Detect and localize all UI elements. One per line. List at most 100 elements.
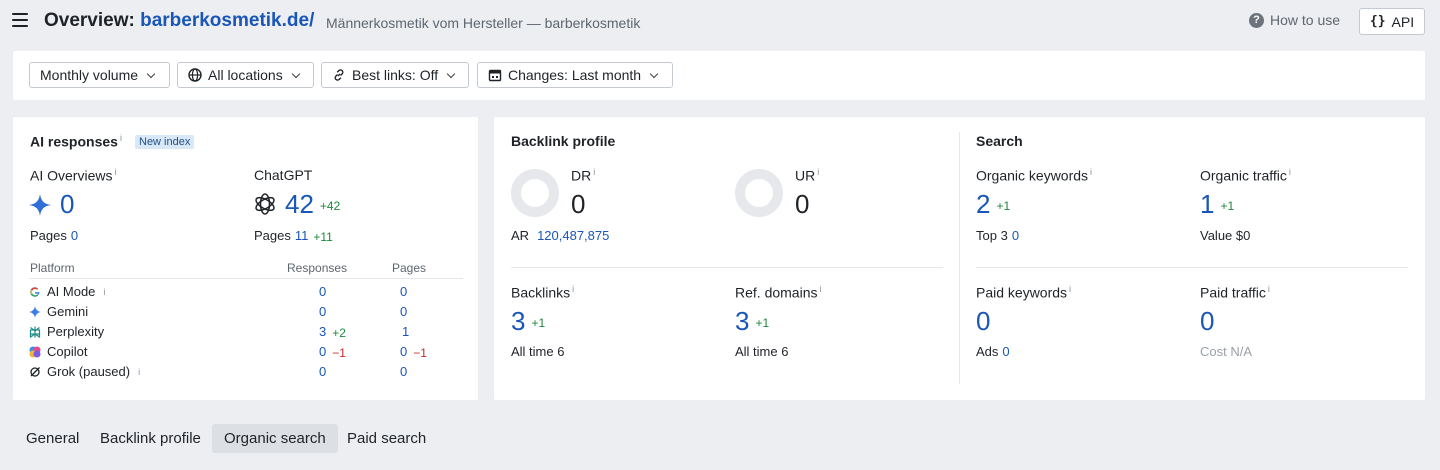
best-links-dropdown[interactable]: Best links: Off <box>321 62 469 88</box>
domain-link[interactable]: barberkosmetik.de/ <box>140 10 314 31</box>
sub-value: $0 <box>1235 228 1251 243</box>
chatgpt-value[interactable]: 42 +42 <box>285 189 340 220</box>
delta-text: +1 <box>531 316 546 331</box>
backlink-profile-title: Backlink profile <box>511 133 616 149</box>
section-divider <box>511 267 943 268</box>
delta-text: +1 <box>996 199 1011 214</box>
organic-traffic-label: Organic traffic i <box>1200 167 1291 184</box>
paid-traffic-value[interactable]: 0 <box>1200 306 1214 337</box>
sub-label: AR <box>511 228 530 243</box>
ar-link[interactable]: 120,487,875 <box>537 228 609 243</box>
globe-icon <box>188 68 202 82</box>
backlinks-all-time: All time 6 <box>511 344 564 359</box>
sub-label: Pages <box>254 228 291 243</box>
pages-cell[interactable]: 0 <box>400 284 413 300</box>
info-icon[interactable]: i <box>114 167 116 177</box>
calendar-icon <box>488 69 502 82</box>
backlinks-value[interactable]: 3 +1 <box>511 306 545 337</box>
monthly-volume-dropdown[interactable]: Monthly volume <box>29 62 170 88</box>
cell-value: 0 <box>319 364 327 379</box>
page-title: Overview: barberkosmetik.de/ <box>44 10 314 32</box>
pages-cell[interactable]: 0 −1 <box>400 344 427 360</box>
paid-keywords-value[interactable]: 0 <box>976 306 990 337</box>
menu-icon[interactable] <box>12 13 28 27</box>
label-text: Organic traffic <box>1200 167 1287 184</box>
info-icon[interactable]: i <box>1268 284 1270 294</box>
google-icon <box>30 286 40 297</box>
help-icon: ? <box>1249 12 1264 28</box>
responses-cell[interactable]: 3 +2 <box>319 324 346 340</box>
label-text: Paid traffic <box>1200 284 1266 301</box>
tab-organic-search[interactable]: Organic search <box>212 424 338 453</box>
delta-text: −1 <box>332 345 346 360</box>
ai-overviews-label: AI Overviews i <box>30 167 116 184</box>
dr-value: 0 <box>571 189 586 219</box>
pages-cell[interactable]: 1 <box>402 324 409 339</box>
info-icon[interactable]: i <box>572 284 574 294</box>
responses-cell[interactable]: 0 −1 <box>319 344 346 360</box>
copilot-icon <box>29 346 41 357</box>
cell-value: 0 <box>319 344 327 359</box>
organic-keywords-value[interactable]: 2 +1 <box>976 189 1010 220</box>
column-divider <box>959 132 960 384</box>
filter-label: All locations <box>208 67 283 83</box>
responses-cell[interactable]: 0 <box>319 304 326 319</box>
locations-dropdown[interactable]: All locations <box>177 62 314 88</box>
info-icon[interactable]: i <box>138 367 140 377</box>
tab-paid-search[interactable]: Paid search <box>335 424 438 453</box>
value-text: 1 <box>1200 189 1215 219</box>
responses-cell[interactable]: 0 <box>319 284 332 300</box>
tab-backlink-profile[interactable]: Backlink profile <box>88 424 213 453</box>
info-icon[interactable]: i <box>1090 167 1092 177</box>
info-icon[interactable]: i <box>819 284 821 294</box>
label-text: Paid keywords <box>976 284 1068 301</box>
sub-label: Cost <box>1200 344 1227 359</box>
cell-value: 0 <box>400 284 408 299</box>
ai-overviews-sparkle-icon <box>29 194 51 216</box>
ai-responses-title: AI responses i <box>30 133 122 150</box>
info-icon[interactable]: i <box>120 133 122 143</box>
ads-link[interactable]: 0 <box>1002 344 1009 359</box>
gemini-icon <box>29 305 41 318</box>
ref-domains-value[interactable]: 3 +1 <box>735 306 769 337</box>
api-label: API <box>1391 13 1415 30</box>
platform-name: Grok (paused) i <box>29 364 140 379</box>
info-icon[interactable]: i <box>817 167 819 177</box>
paid-ads: Ads 0 <box>976 344 1010 359</box>
ref-domains-label: Ref. domains i <box>735 284 821 301</box>
search-title: Search <box>976 133 1023 149</box>
chevron-down-icon <box>446 69 456 78</box>
info-icon[interactable]: i <box>103 287 105 297</box>
delta-text: +42 <box>319 199 341 214</box>
ai-overviews-value[interactable]: 0 <box>60 189 74 220</box>
info-icon[interactable]: i <box>1069 284 1071 294</box>
responses-cell[interactable]: 0 <box>319 364 326 379</box>
info-icon[interactable]: i <box>1289 167 1291 177</box>
chatgpt-label: ChatGPT <box>254 167 313 183</box>
cell-value: 0 <box>400 364 408 379</box>
info-icon[interactable]: i <box>593 167 595 177</box>
top3-link[interactable]: 0 <box>1012 228 1019 243</box>
responses-header: Responses <box>287 261 348 275</box>
pages-cell[interactable]: 0 <box>400 304 407 319</box>
value-text: 3 <box>511 306 526 336</box>
label-text: UR <box>795 167 816 184</box>
cell-value: 0 <box>319 304 327 319</box>
label-text: Ref. domains <box>735 284 818 301</box>
delta-text: −1 <box>413 345 427 360</box>
changes-dropdown[interactable]: Changes: Last month <box>477 62 673 88</box>
paid-traffic-label: Paid traffic i <box>1200 284 1270 301</box>
delta-text: +11 <box>313 229 333 244</box>
api-button[interactable]: {} API <box>1359 8 1425 35</box>
how-to-use-label: How to use <box>1270 12 1341 28</box>
section-divider <box>976 267 1408 268</box>
pages-link[interactable]: 11 <box>295 228 309 243</box>
how-to-use-link[interactable]: ? How to use <box>1249 12 1340 28</box>
pages-cell[interactable]: 0 <box>400 364 407 379</box>
label-text: Backlinks <box>511 284 571 301</box>
table-row: AI Mode i 0 0 <box>29 284 463 304</box>
organic-traffic-value[interactable]: 1 +1 <box>1200 189 1234 220</box>
pages-link[interactable]: 0 <box>71 228 78 243</box>
tab-general[interactable]: General <box>14 424 91 453</box>
table-divider <box>29 278 463 279</box>
